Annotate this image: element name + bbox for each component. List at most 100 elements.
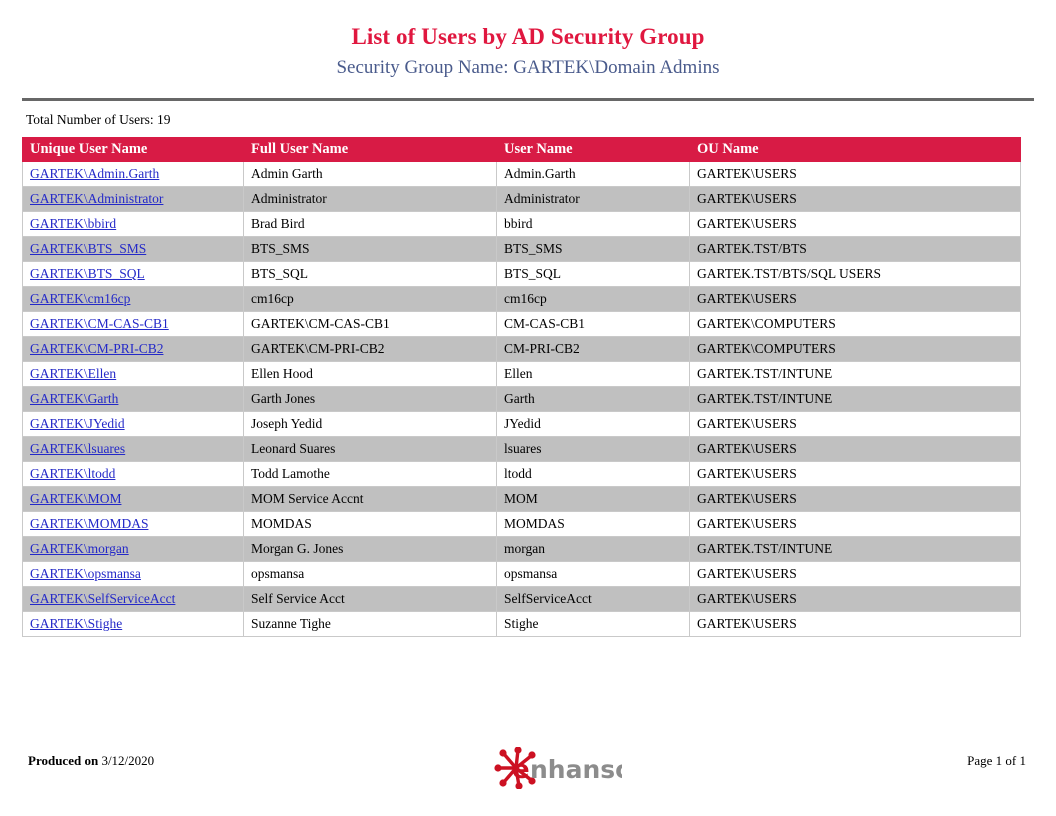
table-row: GARTEK\CM-CAS-CB1 GARTEK\CM-CAS-CB1 CM-CAS… (22, 311, 1021, 337)
table-row: GARTEK\Stighe Suzanne Tighe Stighe GARTEK\U… (22, 611, 1021, 637)
cell-ou-name: GARTEK.TST/INTUNE (689, 536, 1021, 562)
cell-unique-user-name: GARTEK\Stighe (22, 611, 244, 637)
cell-ou-name: GARTEK\USERS (689, 411, 1021, 437)
unique-user-name-link[interactable]: GARTEK\JYedid (30, 416, 125, 431)
report-header: List of Users by AD Security Group Secur… (0, 0, 1056, 81)
cell-full-user-name: GARTEK\CM-PRI-CB2 (243, 336, 497, 362)
logo-wordmark: nhansoft (530, 755, 622, 784)
cell-ou-name: GARTEK\USERS (689, 611, 1021, 637)
cell-user-name: Admin.Garth (496, 162, 690, 187)
cell-ou-name: GARTEK\USERS (689, 486, 1021, 512)
cell-unique-user-name: GARTEK\cm16cp (22, 286, 244, 312)
produced-on-label: Produced on (28, 753, 102, 768)
cell-user-name: cm16cp (496, 286, 690, 312)
table-body: GARTEK\Admin.Garth Admin Garth Admin.Garth… (22, 162, 1021, 637)
unique-user-name-link[interactable]: GARTEK\opsmansa (30, 566, 141, 581)
cell-ou-name: GARTEK\USERS (689, 186, 1021, 212)
cell-user-name: bbird (496, 211, 690, 237)
cell-user-name: CM-PRI-CB2 (496, 336, 690, 362)
table-row: GARTEK\Ellen Ellen Hood Ellen GARTEK.TST/IN… (22, 361, 1021, 387)
table-row: GARTEK\CM-PRI-CB2 GARTEK\CM-PRI-CB2 CM-PRI… (22, 336, 1021, 362)
cell-full-user-name: cm16cp (243, 286, 497, 312)
cell-full-user-name: BTS_SQL (243, 261, 497, 287)
cell-unique-user-name: GARTEK\BTS_SMS (22, 236, 244, 262)
users-table-container: Unique User Name Full User Name User Nam… (22, 137, 1021, 637)
cell-ou-name: GARTEK\USERS (689, 586, 1021, 612)
cell-user-name: Garth (496, 386, 690, 412)
unique-user-name-link[interactable]: GARTEK\Admin.Garth (30, 166, 159, 181)
cell-user-name: MOMDAS (496, 511, 690, 537)
cell-user-name: JYedid (496, 411, 690, 437)
unique-user-name-link[interactable]: GARTEK\BTS_SMS (30, 241, 146, 256)
cell-full-user-name: BTS_SMS (243, 236, 497, 262)
cell-ou-name: GARTEK.TST/BTS/SQL USERS (689, 261, 1021, 287)
cell-ou-name: GARTEK\USERS (689, 211, 1021, 237)
unique-user-name-link[interactable]: GARTEK\bbird (30, 216, 116, 231)
table-row: GARTEK\BTS_SQL BTS_SQL BTS_SQL GARTEK.TST/B… (22, 261, 1021, 287)
cell-full-user-name: Joseph Yedid (243, 411, 497, 437)
cell-full-user-name: Ellen Hood (243, 361, 497, 387)
column-header-user-name[interactable]: User Name (496, 137, 690, 162)
cell-user-name: CM-CAS-CB1 (496, 311, 690, 337)
cell-ou-name: GARTEK\USERS (689, 436, 1021, 462)
cell-full-user-name: Todd Lamothe (243, 461, 497, 487)
table-row: GARTEK\opsmansa opsmansa opsmansa GARTEK\US… (22, 561, 1021, 587)
unique-user-name-link[interactable]: GARTEK\MOMDAS (30, 516, 148, 531)
unique-user-name-link[interactable]: GARTEK\cm16cp (30, 291, 130, 306)
produced-on-date: 3/12/2020 (101, 753, 155, 768)
table-row: GARTEK\bbird Brad Bird bbird GARTEK\USERS (22, 211, 1021, 237)
unique-user-name-link[interactable]: GARTEK\BTS_SQL (30, 266, 145, 281)
cell-full-user-name: Administrator (243, 186, 497, 212)
unique-user-name-link[interactable]: GARTEK\Garth (30, 391, 118, 406)
cell-user-name: BTS_SQL (496, 261, 690, 287)
table-row: GARTEK\JYedid Joseph Yedid JYedid GARTEK\US… (22, 411, 1021, 437)
cell-unique-user-name: GARTEK\Admin.Garth (22, 162, 244, 187)
unique-user-name-link[interactable]: GARTEK\lsuares (30, 441, 125, 456)
cell-full-user-name: MOMDAS (243, 511, 497, 537)
produced-on: Produced on 3/12/2020 (28, 753, 154, 769)
cell-user-name: ltodd (496, 461, 690, 487)
table-row: GARTEK\Garth Garth Jones Garth GARTEK.TST/I… (22, 386, 1021, 412)
cell-unique-user-name: GARTEK\morgan (22, 536, 244, 562)
cell-ou-name: GARTEK\USERS (689, 286, 1021, 312)
table-row: GARTEK\Administrator Administrator Adminis… (22, 186, 1021, 212)
cell-unique-user-name: GARTEK\Administrator (22, 186, 244, 212)
unique-user-name-link[interactable]: GARTEK\Stighe (30, 616, 122, 631)
table-row: GARTEK\morgan Morgan G. Jones morgan GARTEK… (22, 536, 1021, 562)
unique-user-name-link[interactable]: GARTEK\MOM (30, 491, 121, 506)
table-row: GARTEK\MOM MOM Service Accnt MOM GARTEK\USE… (22, 486, 1021, 512)
table-row: GARTEK\cm16cp cm16cp cm16cp GARTEK\USERS (22, 286, 1021, 312)
cell-unique-user-name: GARTEK\Ellen (22, 361, 244, 387)
cell-full-user-name: Admin Garth (243, 162, 497, 187)
report-subtitle: Security Group Name: GARTEK\Domain Admin… (336, 57, 720, 79)
column-header-full-user-name[interactable]: Full User Name (243, 137, 497, 162)
unique-user-name-link[interactable]: GARTEK\SelfServiceAcct (30, 591, 175, 606)
cell-unique-user-name: GARTEK\CM-PRI-CB2 (22, 336, 244, 362)
cell-ou-name: GARTEK\COMPUTERS (689, 336, 1021, 362)
unique-user-name-link[interactable]: GARTEK\ltodd (30, 466, 115, 481)
cell-unique-user-name: GARTEK\CM-CAS-CB1 (22, 311, 244, 337)
unique-user-name-link[interactable]: GARTEK\Administrator (30, 191, 163, 206)
unique-user-name-link[interactable]: GARTEK\Ellen (30, 366, 116, 381)
cell-user-name: SelfServiceAcct (496, 586, 690, 612)
cell-full-user-name: MOM Service Accnt (243, 486, 497, 512)
cell-user-name: Administrator (496, 186, 690, 212)
cell-unique-user-name: GARTEK\opsmansa (22, 561, 244, 587)
cell-ou-name: GARTEK.TST/BTS (689, 236, 1021, 262)
cell-unique-user-name: GARTEK\lsuares (22, 436, 244, 462)
cell-unique-user-name: GARTEK\MOMDAS (22, 511, 244, 537)
unique-user-name-link[interactable]: GARTEK\morgan (30, 541, 129, 556)
cell-user-name: morgan (496, 536, 690, 562)
cell-user-name: lsuares (496, 436, 690, 462)
unique-user-name-link[interactable]: GARTEK\CM-PRI-CB2 (30, 341, 163, 356)
cell-ou-name: GARTEK.TST/INTUNE (689, 361, 1021, 387)
unique-user-name-link[interactable]: GARTEK\CM-CAS-CB1 (30, 316, 169, 331)
cell-full-user-name: Morgan G. Jones (243, 536, 497, 562)
users-table: Unique User Name Full User Name User Nam… (22, 137, 1021, 637)
column-header-unique-user-name[interactable]: Unique User Name (22, 137, 244, 162)
cell-unique-user-name: GARTEK\bbird (22, 211, 244, 237)
enhansoft-logo: e nhansoft (494, 747, 622, 789)
cell-user-name: opsmansa (496, 561, 690, 587)
column-header-ou-name[interactable]: OU Name (689, 137, 1021, 162)
cell-full-user-name: Self Service Acct (243, 586, 497, 612)
